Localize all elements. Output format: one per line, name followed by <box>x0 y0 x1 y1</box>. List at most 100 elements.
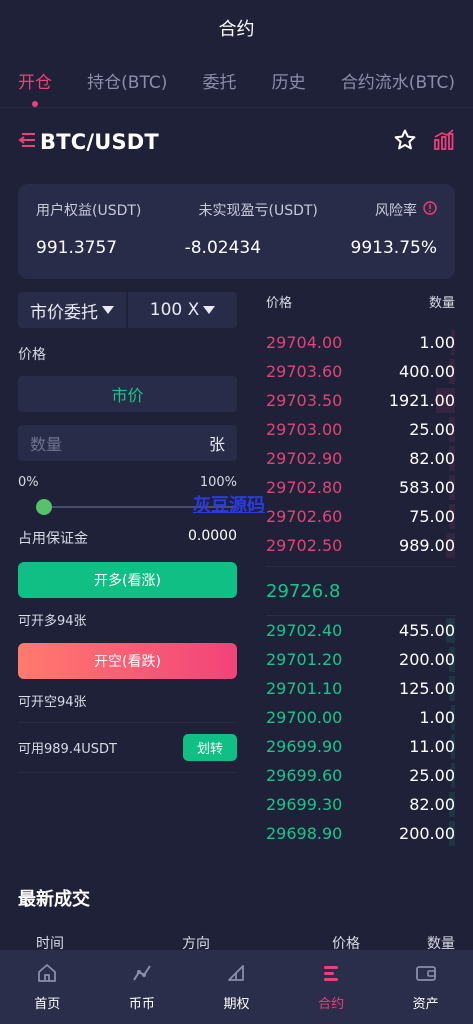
nav-contract[interactable]: 合约 <box>301 962 361 1012</box>
short-available: 可开空94张 <box>18 695 87 710</box>
usable-balance-row: 可用989.4USDT 划转 <box>18 723 237 773</box>
ask-qty: 1.00 <box>419 333 455 352</box>
last-price: 29726.8 <box>266 566 455 616</box>
star-icon[interactable] <box>393 128 417 156</box>
market-price-field[interactable]: 市价 <box>18 376 237 412</box>
quantity-unit: 张 <box>208 435 225 454</box>
quantity-input[interactable]: 数量 张 <box>18 425 237 461</box>
nav-assets[interactable]: 资产 <box>396 962 456 1012</box>
unrealized-pnl-value: -8.02434 <box>184 238 262 258</box>
risk-rate-label-group: 风险率 <box>375 200 437 220</box>
nav-spot[interactable]: 币币 <box>112 962 172 1012</box>
ask-price: 29703.50 <box>266 391 343 410</box>
open-short-button[interactable]: 开空(看跌) <box>18 643 237 679</box>
risk-rate-value: 9913.75% <box>350 238 437 258</box>
leverage-select[interactable]: 100 X <box>128 292 237 328</box>
pair-selector[interactable]: BTC/USDT <box>18 130 159 154</box>
bid-price: 29701.10 <box>266 679 343 698</box>
page-title: 合约 <box>218 19 255 40</box>
tab-contract-flow[interactable]: 合约流水(BTC) <box>341 68 455 93</box>
pair-row: BTC/USDT <box>0 108 473 176</box>
bid-price: 29698.90 <box>266 824 343 843</box>
slider-handle[interactable] <box>36 499 52 515</box>
ask-qty: 1921.00 <box>388 391 455 410</box>
ask-qty: 400.00 <box>399 362 455 381</box>
watermark-link[interactable]: 灰豆源码 <box>193 491 265 517</box>
ask-row[interactable]: 29703.50 1921.00 <box>266 386 455 415</box>
ask-qty: 82.00 <box>409 449 455 468</box>
equity-label: 用户权益(USDT) <box>36 203 142 219</box>
bid-row[interactable]: 29698.90 200.00 <box>266 819 455 848</box>
bottom-nav: 首页 币币 期权 合约 资产 <box>0 950 473 1024</box>
bid-row[interactable]: 29701.10 125.00 <box>266 674 455 703</box>
bid-row[interactable]: 29699.90 11.00 <box>266 732 455 761</box>
ask-row[interactable]: 29702.90 82.00 <box>266 444 455 473</box>
leverage-value: 100 X <box>149 300 200 320</box>
nav-home-label: 首页 <box>34 997 61 1012</box>
bid-row[interactable]: 29702.40 455.00 <box>266 616 455 645</box>
tab-open[interactable]: 开仓 <box>18 68 52 93</box>
ask-row[interactable]: 29703.60 400.00 <box>266 357 455 386</box>
ask-list: 29704.00 1.00 29703.60 400.00 29703.50 1921… <box>266 328 455 560</box>
chart-icon <box>131 962 153 988</box>
slider-min-label: 0% <box>18 475 39 490</box>
caret-down-icon <box>102 306 114 314</box>
info-icon[interactable] <box>423 201 437 219</box>
pair-name[interactable]: BTC/USDT <box>40 130 159 154</box>
ask-qty: 989.00 <box>399 536 455 555</box>
ask-row[interactable]: 29703.00 25.00 <box>266 415 455 444</box>
ask-qty: 25.00 <box>409 420 455 439</box>
margin-label: 占用保证金 <box>18 531 88 547</box>
bid-price: 29702.40 <box>266 621 343 640</box>
bid-row[interactable]: 29699.60 25.00 <box>266 761 455 790</box>
usable-balance: 可用989.4USDT <box>18 742 117 757</box>
tab-bar: 开仓 持仓(BTC) 委托 历史 合约流水(BTC) <box>0 56 473 108</box>
bid-row[interactable]: 29699.30 82.00 <box>266 790 455 819</box>
bid-row[interactable]: 29701.20 200.00 <box>266 645 455 674</box>
unrealized-pnl-label: 未实现盈亏(USDT) <box>198 203 318 219</box>
order-type-select[interactable]: 市价委托 <box>18 292 126 328</box>
book-qty-header: 数量 <box>428 296 455 311</box>
nav-options[interactable]: 期权 <box>206 962 266 1012</box>
bid-qty: 82.00 <box>409 795 455 814</box>
ask-price: 29703.60 <box>266 362 343 381</box>
ask-row[interactable]: 29704.00 1.00 <box>266 328 455 357</box>
tab-history[interactable]: 历史 <box>272 68 306 93</box>
nav-assets-label: 资产 <box>412 997 439 1012</box>
risk-rate-label: 风险率 <box>375 203 417 219</box>
ask-price: 29704.00 <box>266 333 343 352</box>
bid-qty: 25.00 <box>409 766 455 785</box>
long-available: 可开多94张 <box>18 614 87 629</box>
nav-contract-label: 合约 <box>318 997 345 1012</box>
book-price-header: 价格 <box>266 296 293 311</box>
open-long-button[interactable]: 开多(看涨) <box>18 562 237 598</box>
home-icon <box>36 962 58 988</box>
transfer-button[interactable]: 划转 <box>182 734 237 761</box>
ask-price: 29702.50 <box>266 536 343 555</box>
last-price-value: 29726.8 <box>266 580 341 602</box>
bid-list: 29702.40 455.00 29701.20 200.00 29701.10 12… <box>266 616 455 848</box>
bid-price: 29701.20 <box>266 650 343 669</box>
bid-price: 29699.30 <box>266 795 343 814</box>
kline-chart-icon[interactable] <box>433 129 455 155</box>
tab-positions[interactable]: 持仓(BTC) <box>87 68 167 93</box>
order-book: 价格 数量 29704.00 1.00 29703.60 400.00 29703.… <box>266 292 455 848</box>
bid-row[interactable]: 29700.00 1.00 <box>266 703 455 732</box>
bid-price: 29699.60 <box>266 766 343 785</box>
bid-qty: 200.00 <box>399 824 455 843</box>
bid-qty: 125.00 <box>399 679 455 698</box>
bid-qty: 455.00 <box>399 621 455 640</box>
ask-row[interactable]: 29702.50 989.00 <box>266 531 455 560</box>
nav-home[interactable]: 首页 <box>17 962 77 1012</box>
ask-price: 29702.80 <box>266 478 343 497</box>
tab-orders[interactable]: 委托 <box>203 68 237 93</box>
bid-price: 29699.90 <box>266 737 343 756</box>
price-label: 价格 <box>18 347 46 363</box>
triangle-icon <box>225 962 247 988</box>
account-summary-card: 用户权益(USDT) 未实现盈亏(USDT) 风险率 991.3757 -8.0… <box>18 184 455 279</box>
bid-qty: 11.00 <box>409 737 455 756</box>
latest-trades: 最新成交 时间 方向 价格 数量 <box>18 885 455 953</box>
ask-row[interactable]: 29702.80 583.00 <box>266 473 455 502</box>
menu-arrow-icon[interactable] <box>18 132 36 152</box>
ask-row[interactable]: 29702.60 75.00 <box>266 502 455 531</box>
